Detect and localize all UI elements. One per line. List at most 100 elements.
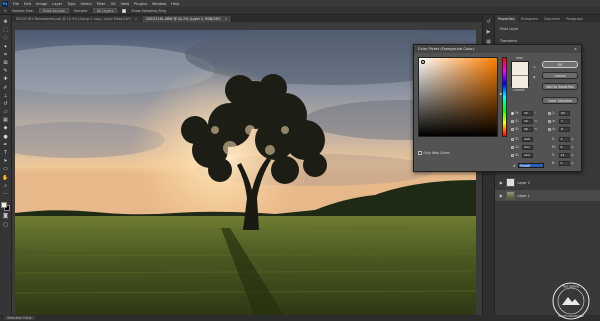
quick-mask-icon[interactable]: ◙ bbox=[2, 213, 9, 220]
visibility-eye-icon[interactable]: ◉ bbox=[499, 180, 503, 185]
menu-layer[interactable]: Layer bbox=[52, 2, 62, 6]
menu-view[interactable]: View bbox=[121, 2, 130, 6]
cmyk-c-input[interactable]: 3 bbox=[558, 137, 570, 142]
cmyk-m-unit: % bbox=[571, 145, 574, 150]
cmyk-k-input[interactable]: 0 bbox=[558, 161, 570, 166]
color-marker[interactable] bbox=[421, 60, 425, 64]
brightness-input[interactable]: 96 bbox=[522, 127, 533, 132]
watermark-logo: THE AERIAL PHOTOGRAPHER bbox=[551, 281, 591, 321]
web-safe-icon[interactable]: ◈ bbox=[533, 75, 535, 79]
screen-mode-icon[interactable]: ▢ bbox=[2, 222, 9, 229]
lasso-tool-icon[interactable]: ◌ bbox=[2, 35, 9, 42]
saturation-input[interactable]: 10 bbox=[522, 119, 533, 124]
menu-3d[interactable]: 3D bbox=[111, 2, 116, 6]
color-swatches[interactable] bbox=[1, 202, 10, 212]
close-icon[interactable]: × bbox=[574, 47, 577, 51]
eraser-tool-icon[interactable]: ▱ bbox=[2, 109, 9, 116]
menu-plugins[interactable]: Plugins bbox=[134, 2, 147, 6]
hand-tool-icon[interactable]: ✋ bbox=[2, 175, 9, 182]
add-to-swatches-button[interactable]: Add to Swatches bbox=[542, 83, 578, 90]
crop-tool-icon[interactable]: ⌗ bbox=[2, 52, 9, 59]
zoom-tool-icon[interactable]: ⌕ bbox=[2, 183, 9, 190]
saturation-radio[interactable] bbox=[511, 119, 514, 123]
hue-input[interactable]: 35 bbox=[522, 111, 533, 116]
menu-help[interactable]: Help bbox=[171, 2, 179, 6]
saturation-label: S: bbox=[515, 119, 519, 124]
sample-select[interactable]: All Layers bbox=[92, 8, 118, 13]
history-brush-icon[interactable]: ↺ bbox=[2, 101, 9, 108]
brush-tool-icon[interactable]: ✐ bbox=[2, 85, 9, 92]
lab-b-radio[interactable] bbox=[548, 127, 551, 131]
marquee-tool-icon[interactable]: ⬚ bbox=[2, 27, 9, 34]
move-tool-icon[interactable]: ✥ bbox=[2, 19, 9, 26]
status-bar: Selection Exist. bbox=[0, 315, 600, 321]
close-icon[interactable]: × bbox=[225, 17, 228, 21]
eyedropper-tool-icon[interactable]: ✎ bbox=[2, 68, 9, 75]
close-icon[interactable]: × bbox=[135, 17, 138, 21]
menu-image[interactable]: Image bbox=[36, 2, 47, 6]
sample-size-select[interactable]: Point Sample bbox=[38, 8, 69, 13]
menu-window[interactable]: Window bbox=[152, 2, 166, 6]
gamut-warning-icon[interactable]: ⚠ bbox=[533, 65, 536, 69]
menu-edit[interactable]: Edit bbox=[24, 2, 31, 6]
frame-tool-icon[interactable]: ⊠ bbox=[2, 60, 9, 67]
red-radio[interactable] bbox=[511, 137, 514, 141]
cmyk-m-input[interactable]: 6 bbox=[558, 145, 570, 150]
hue-radio[interactable] bbox=[511, 111, 514, 115]
tab-character[interactable]: Character bbox=[541, 15, 563, 22]
type-tool-icon[interactable]: T bbox=[2, 150, 9, 157]
cmyk-y-input[interactable]: 12 bbox=[558, 153, 570, 158]
current-color-swatch[interactable] bbox=[512, 75, 528, 88]
layer-row-layer-1[interactable]: ◉ Layer 1 bbox=[495, 190, 600, 201]
quick-select-tool-icon[interactable]: ✦ bbox=[2, 44, 9, 51]
red-input[interactable]: 245 bbox=[522, 137, 533, 142]
shape-tool-icon[interactable]: ▭ bbox=[2, 166, 9, 173]
menu-bar: Ps File Edit Image Layer Type Select Fil… bbox=[0, 0, 600, 7]
tab-histogram[interactable]: Histogram bbox=[518, 15, 541, 22]
gradient-tool-icon[interactable]: ▦ bbox=[2, 117, 9, 124]
hex-input[interactable]: f5eddf bbox=[517, 163, 544, 168]
saturation-brightness-field[interactable] bbox=[418, 57, 498, 137]
blur-tool-icon[interactable]: ◆ bbox=[2, 125, 9, 132]
lab-b-input[interactable]: 8 bbox=[559, 127, 570, 132]
menu-file[interactable]: File bbox=[13, 2, 19, 6]
more-tools-icon[interactable]: ··· bbox=[2, 191, 9, 198]
blue-radio[interactable] bbox=[511, 153, 514, 157]
visibility-eye-icon[interactable]: ◉ bbox=[499, 193, 503, 198]
menu-select[interactable]: Select bbox=[81, 2, 92, 6]
hue-slider-handle-icon[interactable]: ▸ bbox=[500, 91, 502, 96]
canvas-photo[interactable] bbox=[15, 30, 476, 317]
clone-stamp-icon[interactable]: ⊥ bbox=[2, 93, 9, 100]
actions-icon[interactable]: ▶ bbox=[486, 30, 492, 35]
layer-name[interactable]: Layer 1 bbox=[518, 194, 530, 198]
green-radio[interactable] bbox=[511, 145, 514, 149]
healing-brush-icon[interactable]: ✚ bbox=[2, 76, 9, 83]
menu-type[interactable]: Type bbox=[67, 2, 75, 6]
sample-label: Sample: bbox=[73, 8, 88, 13]
only-web-colors-checkbox[interactable] bbox=[418, 151, 422, 155]
show-ring-checkbox[interactable] bbox=[122, 8, 127, 13]
menu-filter[interactable]: Filter bbox=[97, 2, 106, 6]
lab-a-input[interactable]: 1 bbox=[559, 119, 570, 124]
foreground-color-swatch[interactable] bbox=[1, 202, 7, 209]
brightness-radio[interactable] bbox=[511, 127, 514, 131]
history-icon[interactable]: ↺ bbox=[486, 20, 492, 25]
only-web-colors: Only Web Colors bbox=[418, 151, 450, 155]
lab-l-input[interactable]: 94 bbox=[559, 111, 570, 116]
blue-input[interactable]: 223 bbox=[522, 153, 533, 158]
cancel-button[interactable]: Cancel bbox=[542, 72, 578, 79]
ok-button[interactable]: OK bbox=[542, 61, 578, 68]
lab-l-radio[interactable] bbox=[548, 111, 551, 115]
layer-name[interactable]: Layer 2 bbox=[518, 181, 530, 185]
pen-tool-icon[interactable]: ✒ bbox=[2, 142, 9, 149]
dodge-tool-icon[interactable]: ● bbox=[2, 134, 9, 141]
eyedropper-icon[interactable]: ✎ bbox=[4, 9, 7, 13]
hue-slider[interactable]: ▸ bbox=[500, 57, 507, 137]
tab-properties[interactable]: Properties bbox=[495, 15, 518, 22]
color-libraries-button[interactable]: Color Libraries bbox=[542, 97, 578, 104]
tab-paragraph[interactable]: Paragraph bbox=[563, 15, 586, 22]
layer-row-layer-2[interactable]: ◉ Layer 2 bbox=[495, 177, 600, 188]
lab-a-radio[interactable] bbox=[548, 119, 551, 123]
green-input[interactable]: 237 bbox=[522, 145, 533, 150]
path-select-icon[interactable]: ➤ bbox=[2, 158, 9, 165]
